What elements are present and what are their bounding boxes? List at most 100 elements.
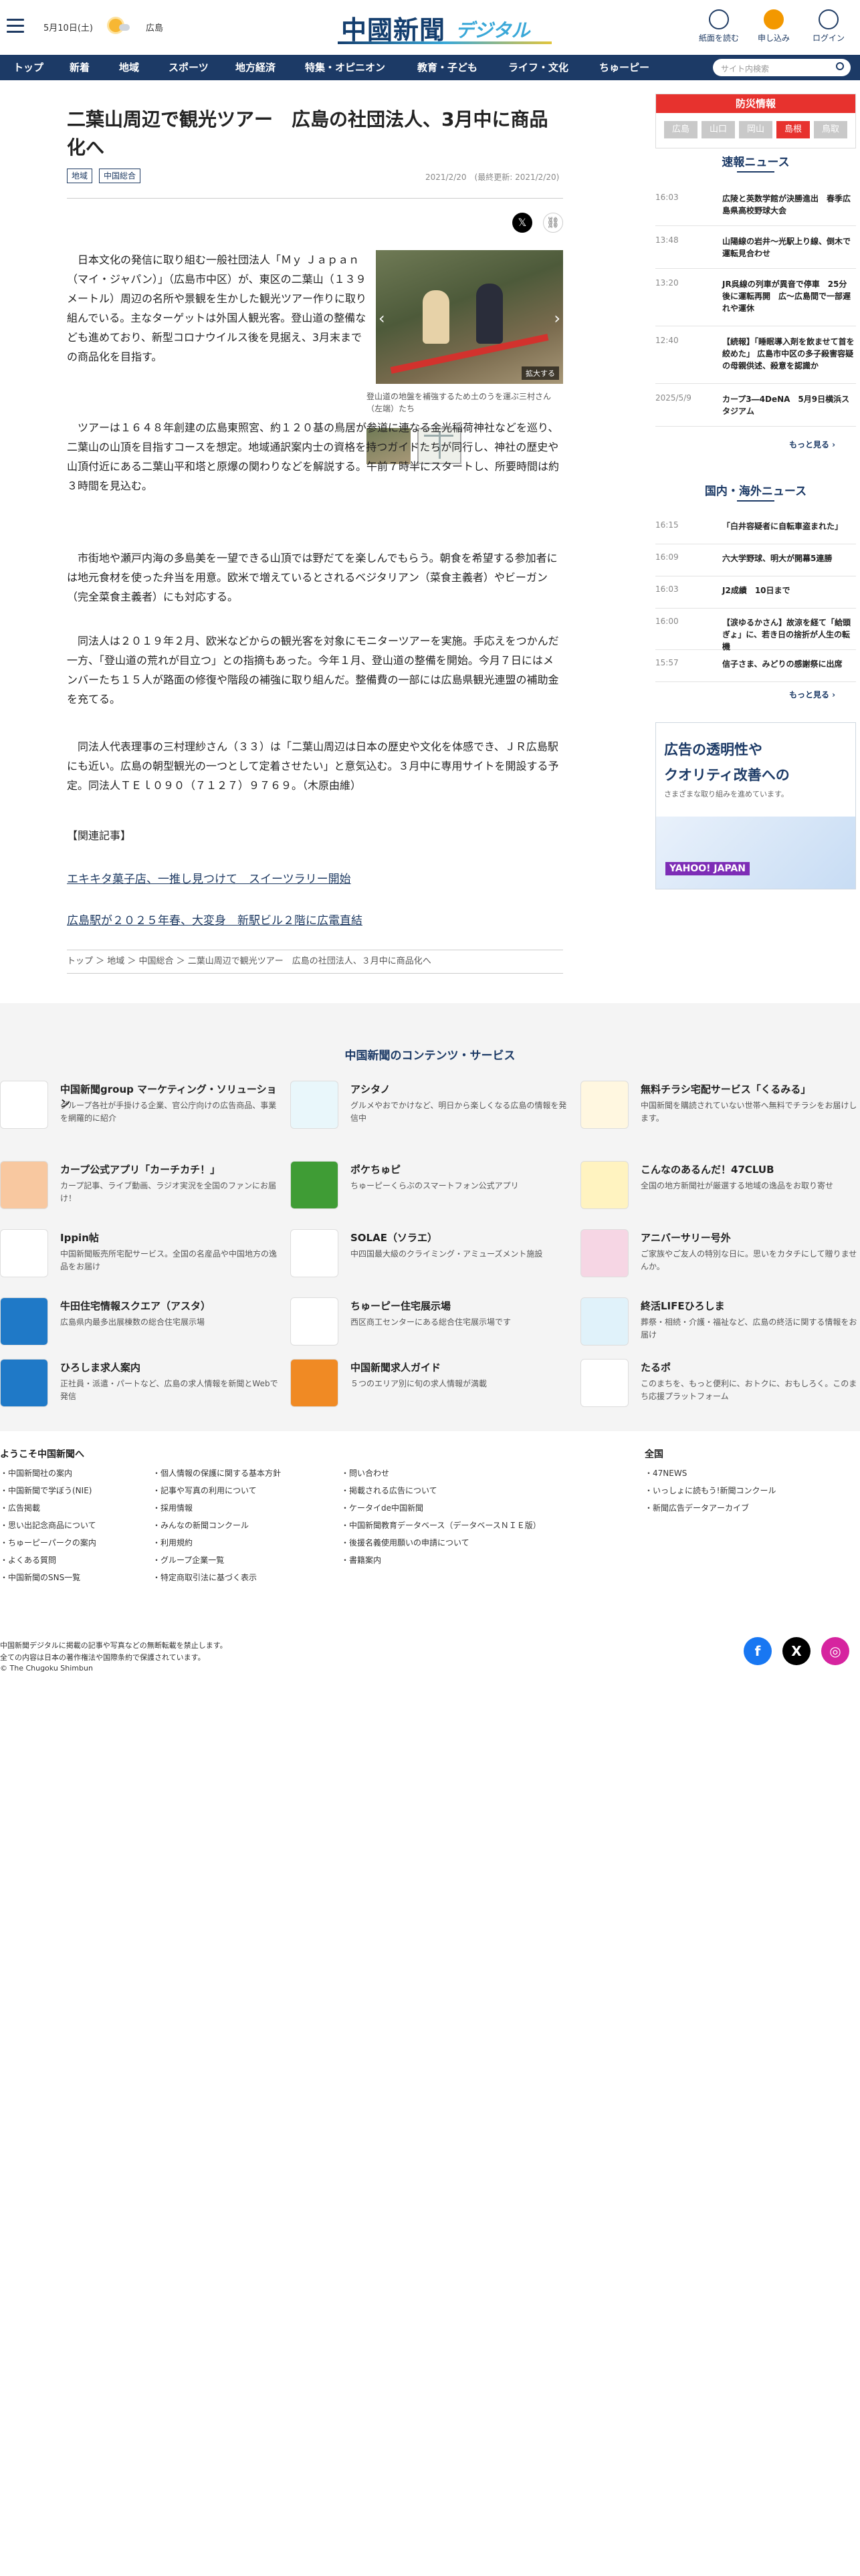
- article-date: 2021/2/20 (最終更新: 2021/2/20): [425, 173, 560, 182]
- copy-link-icon[interactable]: ⛓: [543, 213, 563, 233]
- footer-link[interactable]: ・個人情報の保護に関する基本方針: [152, 1465, 281, 1482]
- footer-link[interactable]: ・掲載される広告について: [341, 1482, 437, 1499]
- site-search-input[interactable]: サイト内検索: [713, 59, 851, 76]
- related-link-2[interactable]: 広島駅が２０２５年春、大変身 新駅ビル２階に広電直結: [67, 911, 362, 928]
- footer-link[interactable]: ・47NEWS: [645, 1465, 687, 1482]
- menu-icon[interactable]: [7, 19, 24, 33]
- nav-sports[interactable]: スポーツ: [169, 55, 209, 80]
- service-item[interactable]: ひろしま求人案内 正社員・派遣・パートなど、広島の求人情報を新聞とWebで発信: [0, 1359, 281, 1412]
- service-item[interactable]: SOLAE（ソラエ） 中四国最大級のクライミング・アミューズメント施設: [290, 1229, 571, 1283]
- global-nav: トップ 新着 地域 スポーツ 地方経済 特集・オピニオン 教育・子ども ライフ・…: [0, 55, 860, 80]
- footer-link[interactable]: ・後援名義使用願いの申請について: [341, 1534, 469, 1551]
- footer-link[interactable]: ・中国新聞で学ぼう(NIE): [0, 1482, 92, 1499]
- ad-banner[interactable]: 広告の透明性や クオリティ改善への さまざまな取り組みを進めています。 YAHO…: [655, 722, 856, 889]
- footer-link[interactable]: ・みんなの新聞コンクール: [152, 1517, 249, 1534]
- domestic-item[interactable]: 16:00 【涙ゆるかさん】故涼を経て「給頭ぎょ」に、若き日の捨折が人生の転機: [655, 611, 856, 651]
- footer-link[interactable]: ・中国新聞教育データベース（データベースＮＩＥ版）: [341, 1517, 541, 1534]
- footer-link[interactable]: ・ちゅーピーパークの案内: [0, 1534, 96, 1551]
- footer-link[interactable]: ・問い合わせ: [341, 1465, 389, 1482]
- paper-label: 紙面を読む: [698, 33, 739, 43]
- footer-link[interactable]: ・中国新聞のSNS一覧: [0, 1569, 80, 1586]
- service-name: 牛田住宅情報スクエア（アスタ）: [60, 1300, 211, 1312]
- breaking-item[interactable]: 13:48 山陽線の岩井～光駅上り線、倒木で運転見合わせ: [655, 230, 856, 269]
- footer-link[interactable]: ・いっしょに読もう!新聞コンクール: [645, 1482, 776, 1499]
- domestic-item[interactable]: 16:03 J2成績 10日まで: [655, 579, 856, 609]
- domestic-more-link[interactable]: もっと見る ›: [789, 689, 835, 700]
- article-tag-chugoku[interactable]: 中国総合: [99, 169, 141, 183]
- service-item[interactable]: アシタノ グルメやおでかけなど、明日から楽しくなる広島の情報を発信中: [290, 1081, 571, 1134]
- service-item[interactable]: アニバーサリー号外 ご家族やご友人の特別な日に。思いをカタチにして贈りませんか。: [580, 1229, 860, 1283]
- related-link-1[interactable]: エキキタ菓子店、一推し見つけて スイーツラリー開始: [67, 869, 351, 886]
- breadcrumb[interactable]: トップ ＞ 地域 ＞ 中国総合 ＞ 二葉山周辺で観光ツアー 広島の社団法人、３月…: [67, 950, 563, 974]
- nav-opinion[interactable]: 特集・オピニオン: [305, 55, 385, 80]
- nav-chupy[interactable]: ちゅーピー: [599, 55, 649, 80]
- pref-shimane[interactable]: 島根: [776, 121, 810, 138]
- site-logo[interactable]: 中國新聞 デジタル: [338, 7, 552, 45]
- footer-link[interactable]: ・広告掲載: [0, 1499, 40, 1517]
- disaster-info-box: 防災情報 広島 山口 岡山 島根 鳥取: [655, 94, 856, 148]
- breaking-item[interactable]: 13:20 JR呉線の列車が異音で停車 25分後に運転再開 広～広島間で一部遅れ…: [655, 273, 856, 326]
- footer-link[interactable]: ・新聞広告データアーカイブ: [645, 1499, 749, 1517]
- service-item[interactable]: ポケちゅピ ちゅーピーくらぶのスマートフォン公式アプリ: [290, 1161, 571, 1214]
- service-desc: 葬祭・相続・介護・福祉など、広島の終活に関する情報をお届け: [641, 1317, 857, 1339]
- photo-caption: 登山道の地盤を補強するため土のうを運ぶ三村さん（左端）たち: [366, 392, 552, 413]
- pref-yamaguchi[interactable]: 山口: [702, 121, 735, 138]
- service-item[interactable]: 終活LIFEひろしま 葬祭・相続・介護・福祉など、広島の終活に関する情報をお届け: [580, 1297, 860, 1351]
- paper-button[interactable]: 紙面を読む: [695, 9, 742, 43]
- service-item[interactable]: 牛田住宅情報スクエア（アスタ） 広島県内最多出展棟数の総合住宅展示場: [0, 1297, 281, 1351]
- domestic-item[interactable]: 16:15 「白井容疑者に自転車盗まれた」: [655, 515, 856, 544]
- breaking-item[interactable]: 2025/5/9 カープ3―4DeNA 5月9日横浜スタジアム: [655, 388, 856, 427]
- pref-okayama[interactable]: 岡山: [739, 121, 772, 138]
- breaking-item[interactable]: 12:40 【続報】「睡眠導入剤を飲ませて首を絞めた」 広島市中区の多子殺害容疑…: [655, 330, 856, 384]
- instagram-icon[interactable]: ◎: [821, 1637, 849, 1665]
- breaking-more-link[interactable]: もっと見る ›: [789, 439, 835, 450]
- article-tag-local[interactable]: 地域: [67, 169, 93, 183]
- share-x-icon[interactable]: 𝕏: [512, 213, 532, 233]
- footer-link[interactable]: ・よくある質問: [0, 1551, 56, 1569]
- service-item[interactable]: 中国新聞求人ガイド ５つのエリア別に旬の求人情報が満載: [290, 1359, 571, 1412]
- service-item[interactable]: 無料チラシ宅配サービス「くるみる」 中国新聞を購読されていない世帯へ無料でチラシを…: [580, 1081, 860, 1134]
- service-desc: ご家族やご友人の特別な日に。思いをカタチにして贈りませんか。: [641, 1249, 857, 1271]
- footer-link[interactable]: ・ケータイde中国新聞: [341, 1499, 423, 1517]
- service-item[interactable]: ちゅーピー住宅展示場 西区商工センターにある総合住宅展示場です: [290, 1297, 571, 1351]
- footer-link[interactable]: ・記事や写真の利用について: [152, 1482, 257, 1499]
- service-item[interactable]: カープ公式アプリ「カーチカチ！」 カープ記事、ライブ動画、ラジオ実況を全国のファン…: [0, 1161, 281, 1214]
- domestic-item[interactable]: 16:09 六大学野球、明大が開幕5連勝: [655, 547, 856, 576]
- search-icon[interactable]: [836, 62, 844, 70]
- service-logo-icon: [580, 1161, 629, 1209]
- footer-national: 全国: [645, 1449, 663, 1460]
- login-button[interactable]: ログイン: [805, 9, 852, 43]
- domestic-item[interactable]: 15:57 信子さま、みどりの感謝祭に出席: [655, 653, 856, 682]
- footer-link[interactable]: ・中国新聞社の案内: [0, 1465, 72, 1482]
- nav-new[interactable]: 新着: [70, 55, 90, 80]
- facebook-icon[interactable]: f: [744, 1637, 772, 1665]
- service-item[interactable]: 中国新聞group マーケティング・ソリューション グループ各社が手掛ける企業、官…: [0, 1081, 281, 1134]
- nav-economy[interactable]: 地方経済: [235, 55, 276, 80]
- nav-life[interactable]: ライフ・文化: [508, 55, 568, 80]
- photo-zoom-button[interactable]: 拡大する: [522, 366, 559, 380]
- photo-next-icon[interactable]: ›: [554, 309, 560, 328]
- footer-link[interactable]: ・採用情報: [152, 1499, 193, 1517]
- pref-tottori[interactable]: 鳥取: [814, 121, 847, 138]
- weather-area[interactable]: 広島: [146, 21, 163, 33]
- breaking-item[interactable]: 16:03 広陵と英数学館が決勝進出 春季広島県高校野球大会: [655, 187, 856, 226]
- pref-hiroshima[interactable]: 広島: [664, 121, 697, 138]
- photo-prev-icon[interactable]: ‹: [379, 309, 385, 328]
- article-photo[interactable]: ‹ › 拡大する: [376, 250, 563, 384]
- copyright-3: © The Chugoku Shimbun: [0, 1664, 93, 1673]
- nav-local[interactable]: 地域: [119, 55, 139, 80]
- service-item[interactable]: こんなのあるんだ！47CLUB 全国の地方新聞社が厳選する地域の逸品をお取り寄せ: [580, 1161, 860, 1214]
- subscribe-button[interactable]: 申し込み: [750, 9, 797, 43]
- nav-education[interactable]: 教育・子ども: [417, 55, 477, 80]
- footer-link[interactable]: ・書籍案内: [341, 1551, 381, 1569]
- service-item[interactable]: たるポ このまちを、もっと便利に、おトクに、おもしろく。このまち応援プラットフォー…: [580, 1359, 860, 1412]
- footer-link[interactable]: ・利用規約: [152, 1534, 193, 1551]
- nav-top[interactable]: トップ: [13, 55, 43, 80]
- footer-link[interactable]: ・グループ企業一覧: [152, 1551, 224, 1569]
- footer-link[interactable]: ・思い出記念商品について: [0, 1517, 96, 1534]
- x-icon[interactable]: X: [782, 1637, 811, 1665]
- footer-link[interactable]: ・特定商取引法に基づく表示: [152, 1569, 257, 1586]
- article-paragraph-2: ツアーは１６４８年創建の広島東照宮、約１２０基の鳥居が参道に連なる金光稲荷神社な…: [67, 421, 560, 492]
- service-item[interactable]: Ippin帖 中国新聞販売所宅配サービス。全国の名産品や中国地方の逸品をお届け: [0, 1229, 281, 1283]
- service-logo-icon: [290, 1229, 338, 1277]
